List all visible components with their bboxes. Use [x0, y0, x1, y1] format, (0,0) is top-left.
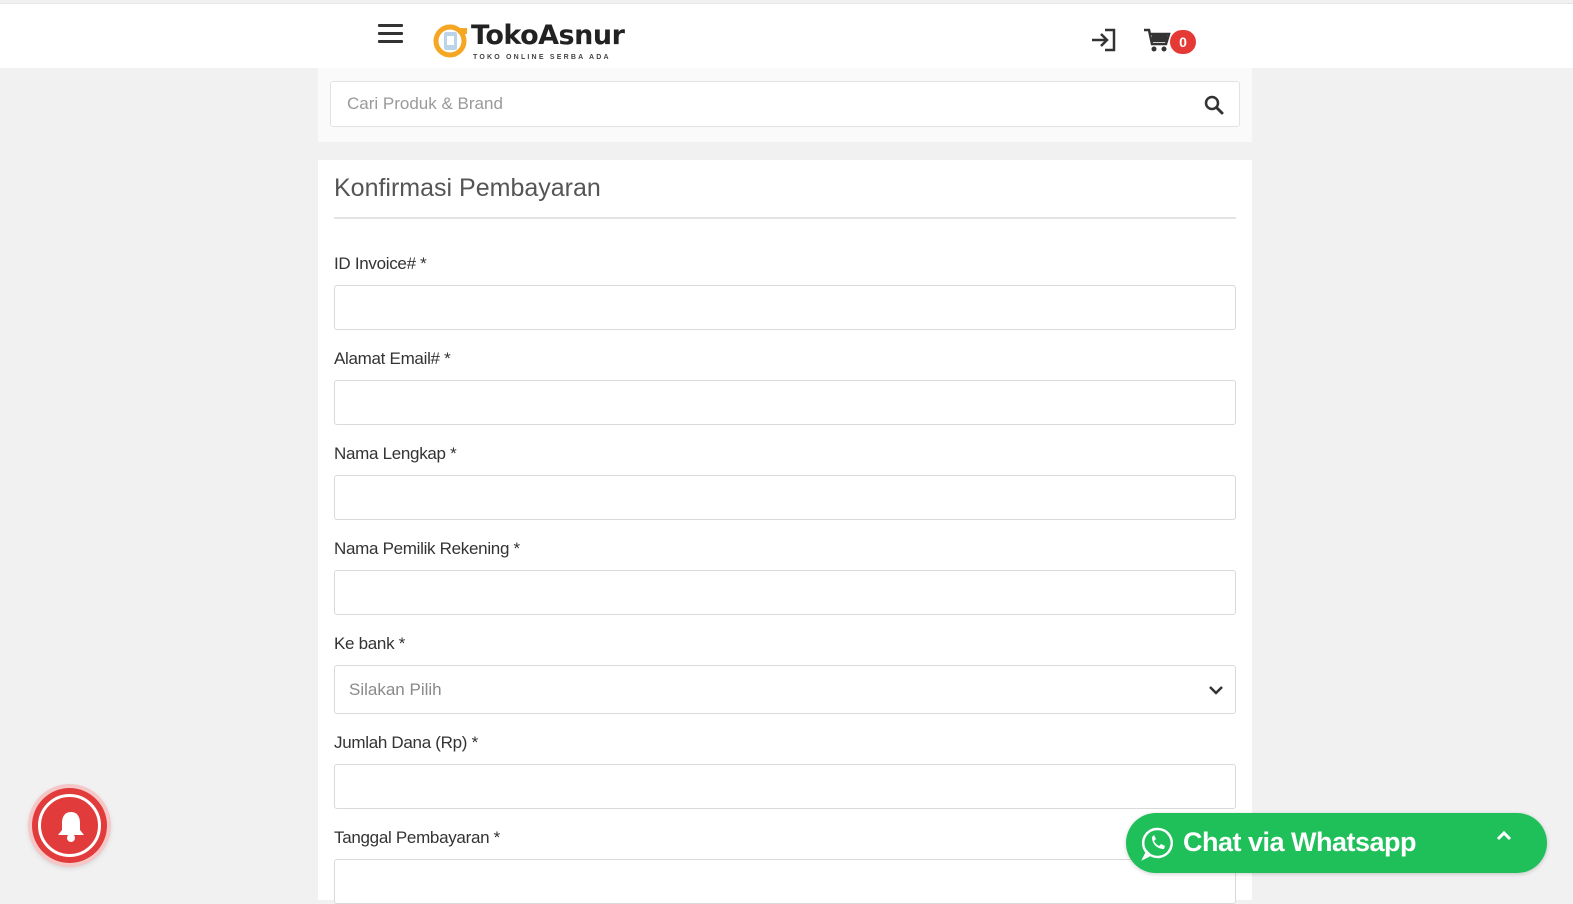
amount-field[interactable] — [334, 764, 1236, 809]
search-icon[interactable] — [1203, 94, 1225, 116]
logo-mark-icon — [433, 24, 467, 58]
bank-select-value: Silakan Pilih — [349, 680, 442, 699]
logo-tagline: TOKO ONLINE SERBA ADA — [473, 54, 611, 61]
email-field[interactable] — [334, 380, 1236, 425]
whatsapp-icon — [1141, 827, 1173, 861]
logo-text: TokoAsnur — [471, 20, 625, 51]
invoice-id-field[interactable] — [334, 285, 1236, 330]
account-owner-label: Nama Pemilik Rekening * — [334, 539, 520, 558]
chevron-up-icon[interactable] — [1494, 829, 1514, 843]
search-input[interactable] — [331, 82, 1191, 126]
site-logo[interactable]: TokoAsnur TOKO ONLINE SERBA ADA — [433, 18, 643, 66]
chevron-down-icon — [1209, 686, 1223, 695]
top-navbar: TokoAsnur TOKO ONLINE SERBA ADA 0 — [0, 3, 1573, 68]
bell-icon — [58, 812, 84, 842]
bank-select[interactable]: Silakan Pilih — [334, 665, 1236, 714]
payment-date-label: Tanggal Pembayaran * — [334, 828, 501, 847]
notification-bell-button[interactable] — [32, 788, 107, 863]
whatsapp-chat-label: Chat via Whatsapp — [1183, 827, 1417, 857]
email-label: Alamat Email# * — [334, 349, 451, 368]
title-divider — [334, 217, 1236, 219]
full-name-label: Nama Lengkap * — [334, 444, 457, 463]
payment-confirmation-form: Konfirmasi Pembayaran ID Invoice# * Alam… — [318, 160, 1252, 904]
hamburger-icon[interactable] — [378, 24, 403, 48]
bell-inner-ring — [38, 794, 101, 857]
bank-label: Ke bank * — [334, 634, 406, 653]
cart-count-badge: 0 — [1170, 30, 1196, 54]
amount-label: Jumlah Dana (Rp) * — [334, 733, 478, 752]
cart-icon[interactable] — [1142, 26, 1172, 54]
page-title: Konfirmasi Pembayaran — [334, 174, 601, 202]
payment-date-field[interactable] — [334, 859, 1236, 904]
login-icon[interactable] — [1088, 26, 1118, 54]
account-owner-field[interactable] — [334, 570, 1236, 615]
navbar-container: TokoAsnur TOKO ONLINE SERBA ADA 0 — [318, 4, 1252, 69]
search-panel — [318, 68, 1252, 142]
whatsapp-chat-button[interactable]: Chat via Whatsapp — [1126, 813, 1547, 873]
search-box — [330, 81, 1240, 127]
invoice-id-label: ID Invoice# * — [334, 254, 427, 273]
full-name-field[interactable] — [334, 475, 1236, 520]
